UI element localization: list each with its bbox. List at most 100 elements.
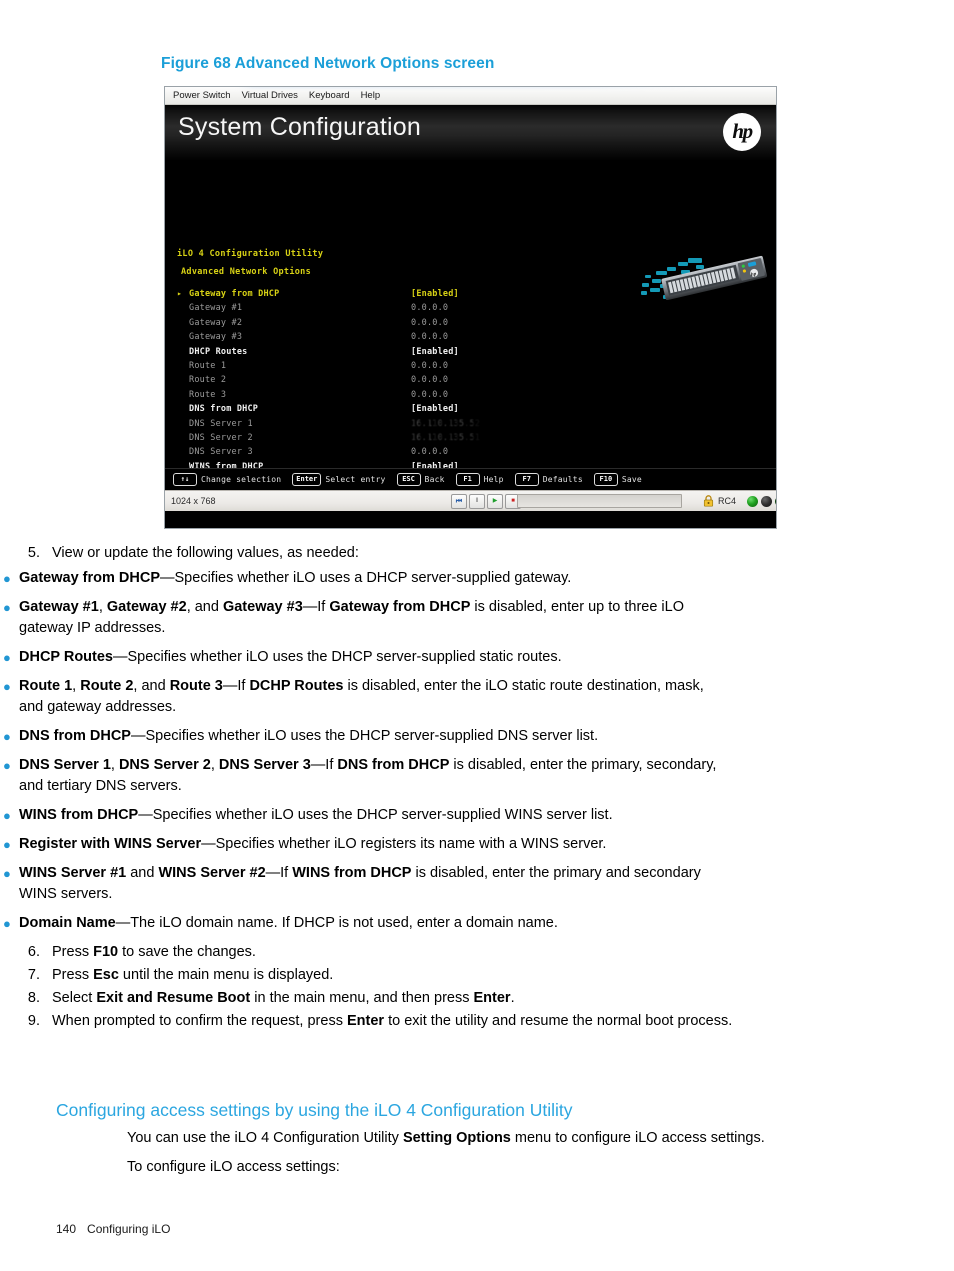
bullet-term: Domain Name (19, 915, 116, 931)
pause-icon[interactable]: ‖ (469, 493, 485, 509)
step-key: Exit and Resume Boot (96, 990, 251, 1006)
bullet-term-2: Gateway #2 (106, 599, 187, 615)
menu-item-keyboard[interactable]: Keyboard (306, 87, 358, 104)
bullet-text: DHCP Routes—Specifies whether iLO uses t… (19, 647, 562, 668)
setting-row-gateway-3[interactable]: Gateway #3 0.0.0.0 (177, 332, 597, 346)
bullet-term: Gateway from DHCP (19, 570, 161, 586)
step-number: 7. (27, 967, 40, 983)
setting-row-dns-server-1[interactable]: DNS Server 1 16.110.135.52 (177, 419, 597, 433)
system-configuration-banner: System Configuration hp (165, 105, 776, 161)
setting-row-dns-server-3[interactable]: DNS Server 3 0.0.0.0 (177, 447, 597, 461)
bullet-text: WINS from DHCP—Specifies whether iLO use… (19, 805, 613, 826)
status-led-1 (747, 495, 758, 507)
paragraph-2: To configure iLO access settings: (127, 1159, 340, 1175)
key-desc-back: Back (424, 475, 445, 484)
dash-if: —If (310, 757, 338, 773)
bullet-term-4: Gateway from DHCP (329, 599, 471, 615)
step-7: 7. Press Esc until the main menu is disp… (0, 965, 954, 986)
bullet-text: Gateway #1, Gateway #2, and Gateway #3—I… (19, 597, 719, 639)
setting-row-route-3[interactable]: Route 3 0.0.0.0 (177, 390, 597, 404)
step-6: 6. Press F10 to save the changes. (0, 942, 954, 963)
function-key-hint-bar: ↑↓ Change selection Enter Select entry E… (165, 468, 776, 490)
setting-value: 0.0.0.0 (411, 332, 449, 343)
setting-label: Route 2 (189, 375, 227, 386)
step-5: 5. View or update the following values, … (0, 543, 954, 564)
setting-value: 0.0.0.0 (411, 303, 449, 314)
step-8: 8. Select Exit and Resume Boot in the ma… (0, 988, 954, 1009)
menu-item-help[interactable]: Help (358, 87, 389, 104)
play-icon[interactable]: ▶ (487, 493, 503, 509)
playback-progress-bar[interactable] (517, 494, 682, 508)
key-esc[interactable]: ESC (396, 473, 421, 486)
setting-row-gateway-2[interactable]: Gateway #2 0.0.0.0 (177, 318, 597, 332)
setting-value: 0.0.0.0 (411, 360, 449, 371)
bullet-dot-icon: ● (3, 916, 11, 931)
figure-caption: Figure 68 Advanced Network Options scree… (161, 55, 495, 72)
setting-row-gateway-from-dhcp[interactable]: ▸ Gateway from DHCP [Enabled] (177, 289, 597, 303)
setting-value: 16.110.135.52 (411, 418, 481, 429)
bullet-rest: —Specifies whether iLO uses the DHCP ser… (130, 728, 599, 744)
setting-label: Gateway from DHCP (189, 289, 280, 299)
bullet-rest: —The iLO domain name. If DHCP is not use… (115, 915, 558, 931)
setting-row-route-1[interactable]: Route 1 0.0.0.0 (177, 361, 597, 375)
key-arrows[interactable]: ↑↓ (173, 473, 197, 486)
setting-row-dhcp-routes[interactable]: DHCP Routes [Enabled] (177, 347, 597, 361)
bullet-dot-icon: ● (3, 866, 11, 881)
status-led-group (747, 495, 776, 507)
bullet-text: Gateway from DHCP—Specifies whether iLO … (19, 568, 571, 589)
step-number: 6. (27, 944, 40, 960)
step-9: 9. When prompted to confirm the request,… (0, 1011, 954, 1032)
step-pre: Press (52, 967, 94, 983)
key-f1[interactable]: F1 (455, 473, 480, 486)
step-key-2: Enter (473, 990, 511, 1006)
setting-label: Route 3 (189, 389, 227, 400)
hp-logo-icon: hp (723, 113, 761, 151)
resolution-label: 1024 x 768 (171, 496, 216, 506)
connector: and (126, 865, 159, 881)
step-text: Press Esc until the main menu is display… (52, 965, 333, 986)
step-number: 8. (27, 990, 40, 1006)
connector: , (110, 757, 119, 773)
key-desc-select-entry: Select entry (325, 475, 386, 484)
step-text: View or update the following values, as … (52, 545, 359, 561)
setting-value: [Enabled] (411, 289, 459, 299)
setting-label: DNS Server 1 (189, 418, 253, 429)
key-enter[interactable]: Enter (292, 473, 322, 486)
setting-value: 0.0.0.0 (411, 447, 449, 458)
menu-item-virtual-drives[interactable]: Virtual Drives (239, 87, 306, 104)
bullet-gateways: ● Gateway #1, Gateway #2, and Gateway #3… (0, 597, 954, 639)
key-f10[interactable]: F10 (593, 473, 618, 486)
page-footer: 140 Configuring iLO (56, 1222, 170, 1236)
setting-row-dns-from-dhcp[interactable]: DNS from DHCP [Enabled] (177, 404, 597, 418)
bullet-term: WINS Server #1 (19, 865, 127, 881)
skip-back-icon[interactable]: ⏮ (451, 493, 467, 509)
status-led-3 (775, 495, 776, 507)
paragraph-1-pre: You can use the iLO 4 Configuration Util… (127, 1130, 403, 1146)
setting-row-gateway-1[interactable]: Gateway #1 0.0.0.0 (177, 303, 597, 317)
step-post: in the main menu, and then press (250, 990, 474, 1006)
bullet-dot-icon: ● (3, 729, 11, 744)
setting-row-dns-server-2[interactable]: DNS Server 2 16.110.135.51 (177, 433, 597, 447)
bullet-term: DNS Server 1 (19, 757, 111, 773)
dash-if: —If (265, 865, 293, 881)
key-f7[interactable]: F7 (514, 473, 539, 486)
hp-logo-text: hp (732, 118, 753, 143)
setting-label: Gateway #2 (189, 317, 243, 328)
bullet-text: Register with WINS Server—Specifies whet… (19, 834, 606, 855)
lock-icon (703, 495, 714, 507)
bullet-text: DNS from DHCP—Specifies whether iLO uses… (19, 726, 598, 747)
setting-row-route-2[interactable]: Route 2 0.0.0.0 (177, 375, 597, 389)
bullet-term-3: DNS Server 3 (218, 757, 311, 773)
menu-item-power-switch[interactable]: Power Switch (170, 87, 239, 104)
step-post-2: . (510, 990, 515, 1006)
bullet-term: Register with WINS Server (19, 836, 202, 852)
bullet-term: DHCP Routes (19, 649, 113, 665)
setting-label: DNS Server 3 (189, 447, 253, 458)
bullet-wins-servers: ● WINS Server #1 and WINS Server #2—If W… (0, 863, 954, 905)
step-pre: Select (52, 990, 97, 1006)
setting-label: DHCP Routes (189, 346, 248, 357)
step-text: When prompted to confirm the request, pr… (52, 1011, 732, 1032)
bullet-dot-icon: ● (3, 600, 11, 615)
bullet-term-3: Gateway #3 (222, 599, 303, 615)
bullet-rest: —Specifies whether iLO registers its nam… (201, 836, 607, 852)
